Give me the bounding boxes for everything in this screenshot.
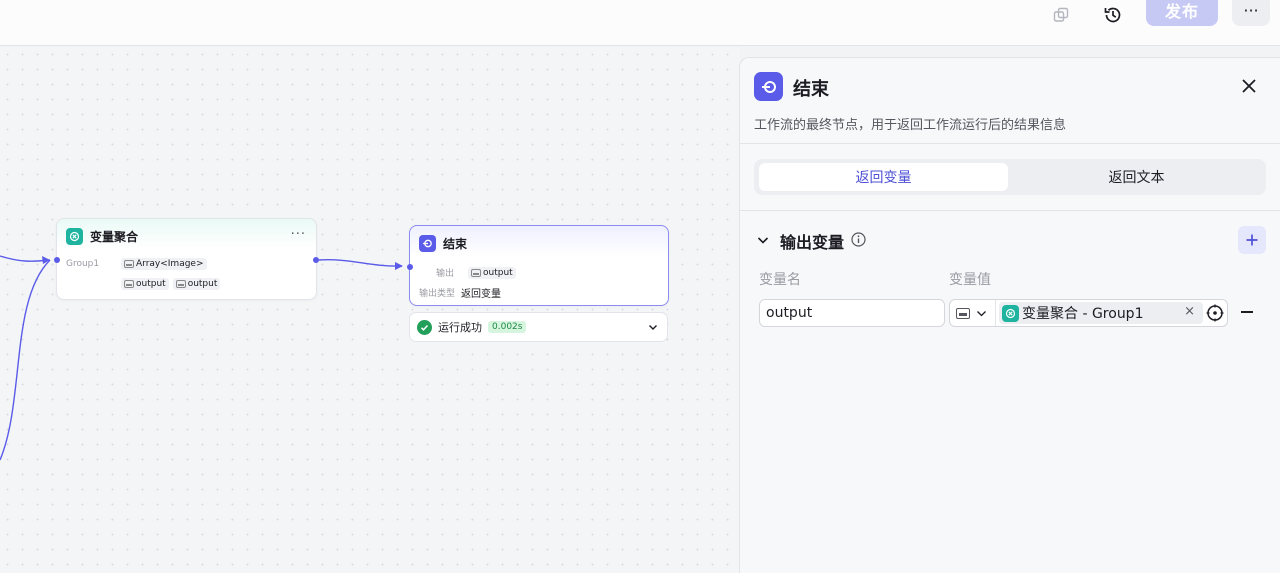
target-icon[interactable] [1206, 304, 1224, 322]
aggregate-icon [66, 228, 83, 245]
value-type-dropdown[interactable] [950, 300, 996, 326]
history-icon[interactable] [1099, 0, 1127, 30]
top-toolbar: 发布 ··· [0, 0, 1280, 46]
chevron-down-icon [977, 310, 986, 316]
info-icon[interactable] [851, 232, 866, 247]
node-config-panel: 结束 工作流的最终节点，用于返回工作流运行后的结果信息 返回变量 返回文本 输出… [739, 57, 1280, 573]
variable-value-selector[interactable]: 变量聚合 - Group1 × [949, 299, 1228, 327]
output-type-value: 返回变量 [461, 289, 502, 300]
divider [740, 210, 1280, 211]
variable-name-input[interactable]: output [759, 299, 945, 327]
chevron-down-icon[interactable] [756, 232, 770, 251]
group-type-tag: Array<Image> [121, 258, 207, 270]
copy-icon[interactable] [1048, 0, 1074, 30]
array-type-icon [124, 280, 134, 288]
node-title: 变量聚合 [90, 230, 139, 244]
output-tag: output [121, 278, 169, 290]
reference-type-icon [956, 307, 970, 319]
tab-return-text[interactable]: 返回文本 [1012, 163, 1261, 191]
aggregate-icon [1002, 304, 1019, 322]
end-icon [754, 72, 783, 101]
group-label: Group1 [66, 259, 100, 269]
column-header-value: 变量值 [949, 272, 991, 288]
tab-return-variable[interactable]: 返回变量 [759, 163, 1008, 191]
variable-aggregation-node[interactable]: 变量聚合 ··· Group1 Array<Image> output outp… [54, 218, 319, 300]
output-label: 输出 [436, 269, 455, 279]
array-type-icon [471, 268, 482, 277]
divider [740, 143, 1280, 144]
run-time-badge: 0.002s [488, 321, 527, 333]
output-type-label: 输出类型 [419, 289, 456, 299]
more-button[interactable]: ··· [1232, 0, 1270, 26]
return-mode-tabs: 返回变量 返回文本 [754, 159, 1266, 195]
section-title: 输出变量 [780, 233, 845, 252]
input-port[interactable] [54, 257, 60, 263]
output-tag: output [468, 266, 516, 279]
add-variable-button[interactable] [1238, 226, 1266, 254]
array-type-icon [124, 260, 134, 268]
success-check-icon [417, 319, 432, 335]
end-icon [419, 235, 436, 252]
output-tag: output [172, 278, 221, 290]
clear-reference-icon[interactable]: × [1184, 304, 1195, 319]
input-port[interactable] [407, 264, 413, 270]
end-node[interactable]: 结束 输出 output 输出类型 返回变量 [407, 225, 669, 306]
publish-button[interactable]: 发布 [1146, 0, 1218, 26]
run-result-bar[interactable]: 运行成功 0.002s [409, 312, 668, 342]
panel-title: 结束 [793, 79, 829, 100]
output-port[interactable] [313, 257, 319, 263]
node-title: 结束 [443, 237, 468, 251]
close-icon[interactable] [1240, 77, 1258, 95]
workflow-canvas[interactable] [0, 47, 740, 573]
run-status: 运行成功 [438, 321, 482, 334]
reference-chip[interactable]: 变量聚合 - Group1 × [999, 302, 1203, 324]
panel-description: 工作流的最终节点，用于返回工作流运行后的结果信息 [754, 118, 1067, 133]
remove-variable-button[interactable] [1241, 311, 1253, 313]
node-menu-button[interactable]: ··· [291, 227, 306, 242]
reference-value: 变量聚合 - Group1 [1022, 306, 1144, 322]
chevron-down-icon[interactable] [647, 321, 659, 336]
column-header-name: 变量名 [759, 272, 801, 288]
array-type-icon [175, 280, 186, 288]
